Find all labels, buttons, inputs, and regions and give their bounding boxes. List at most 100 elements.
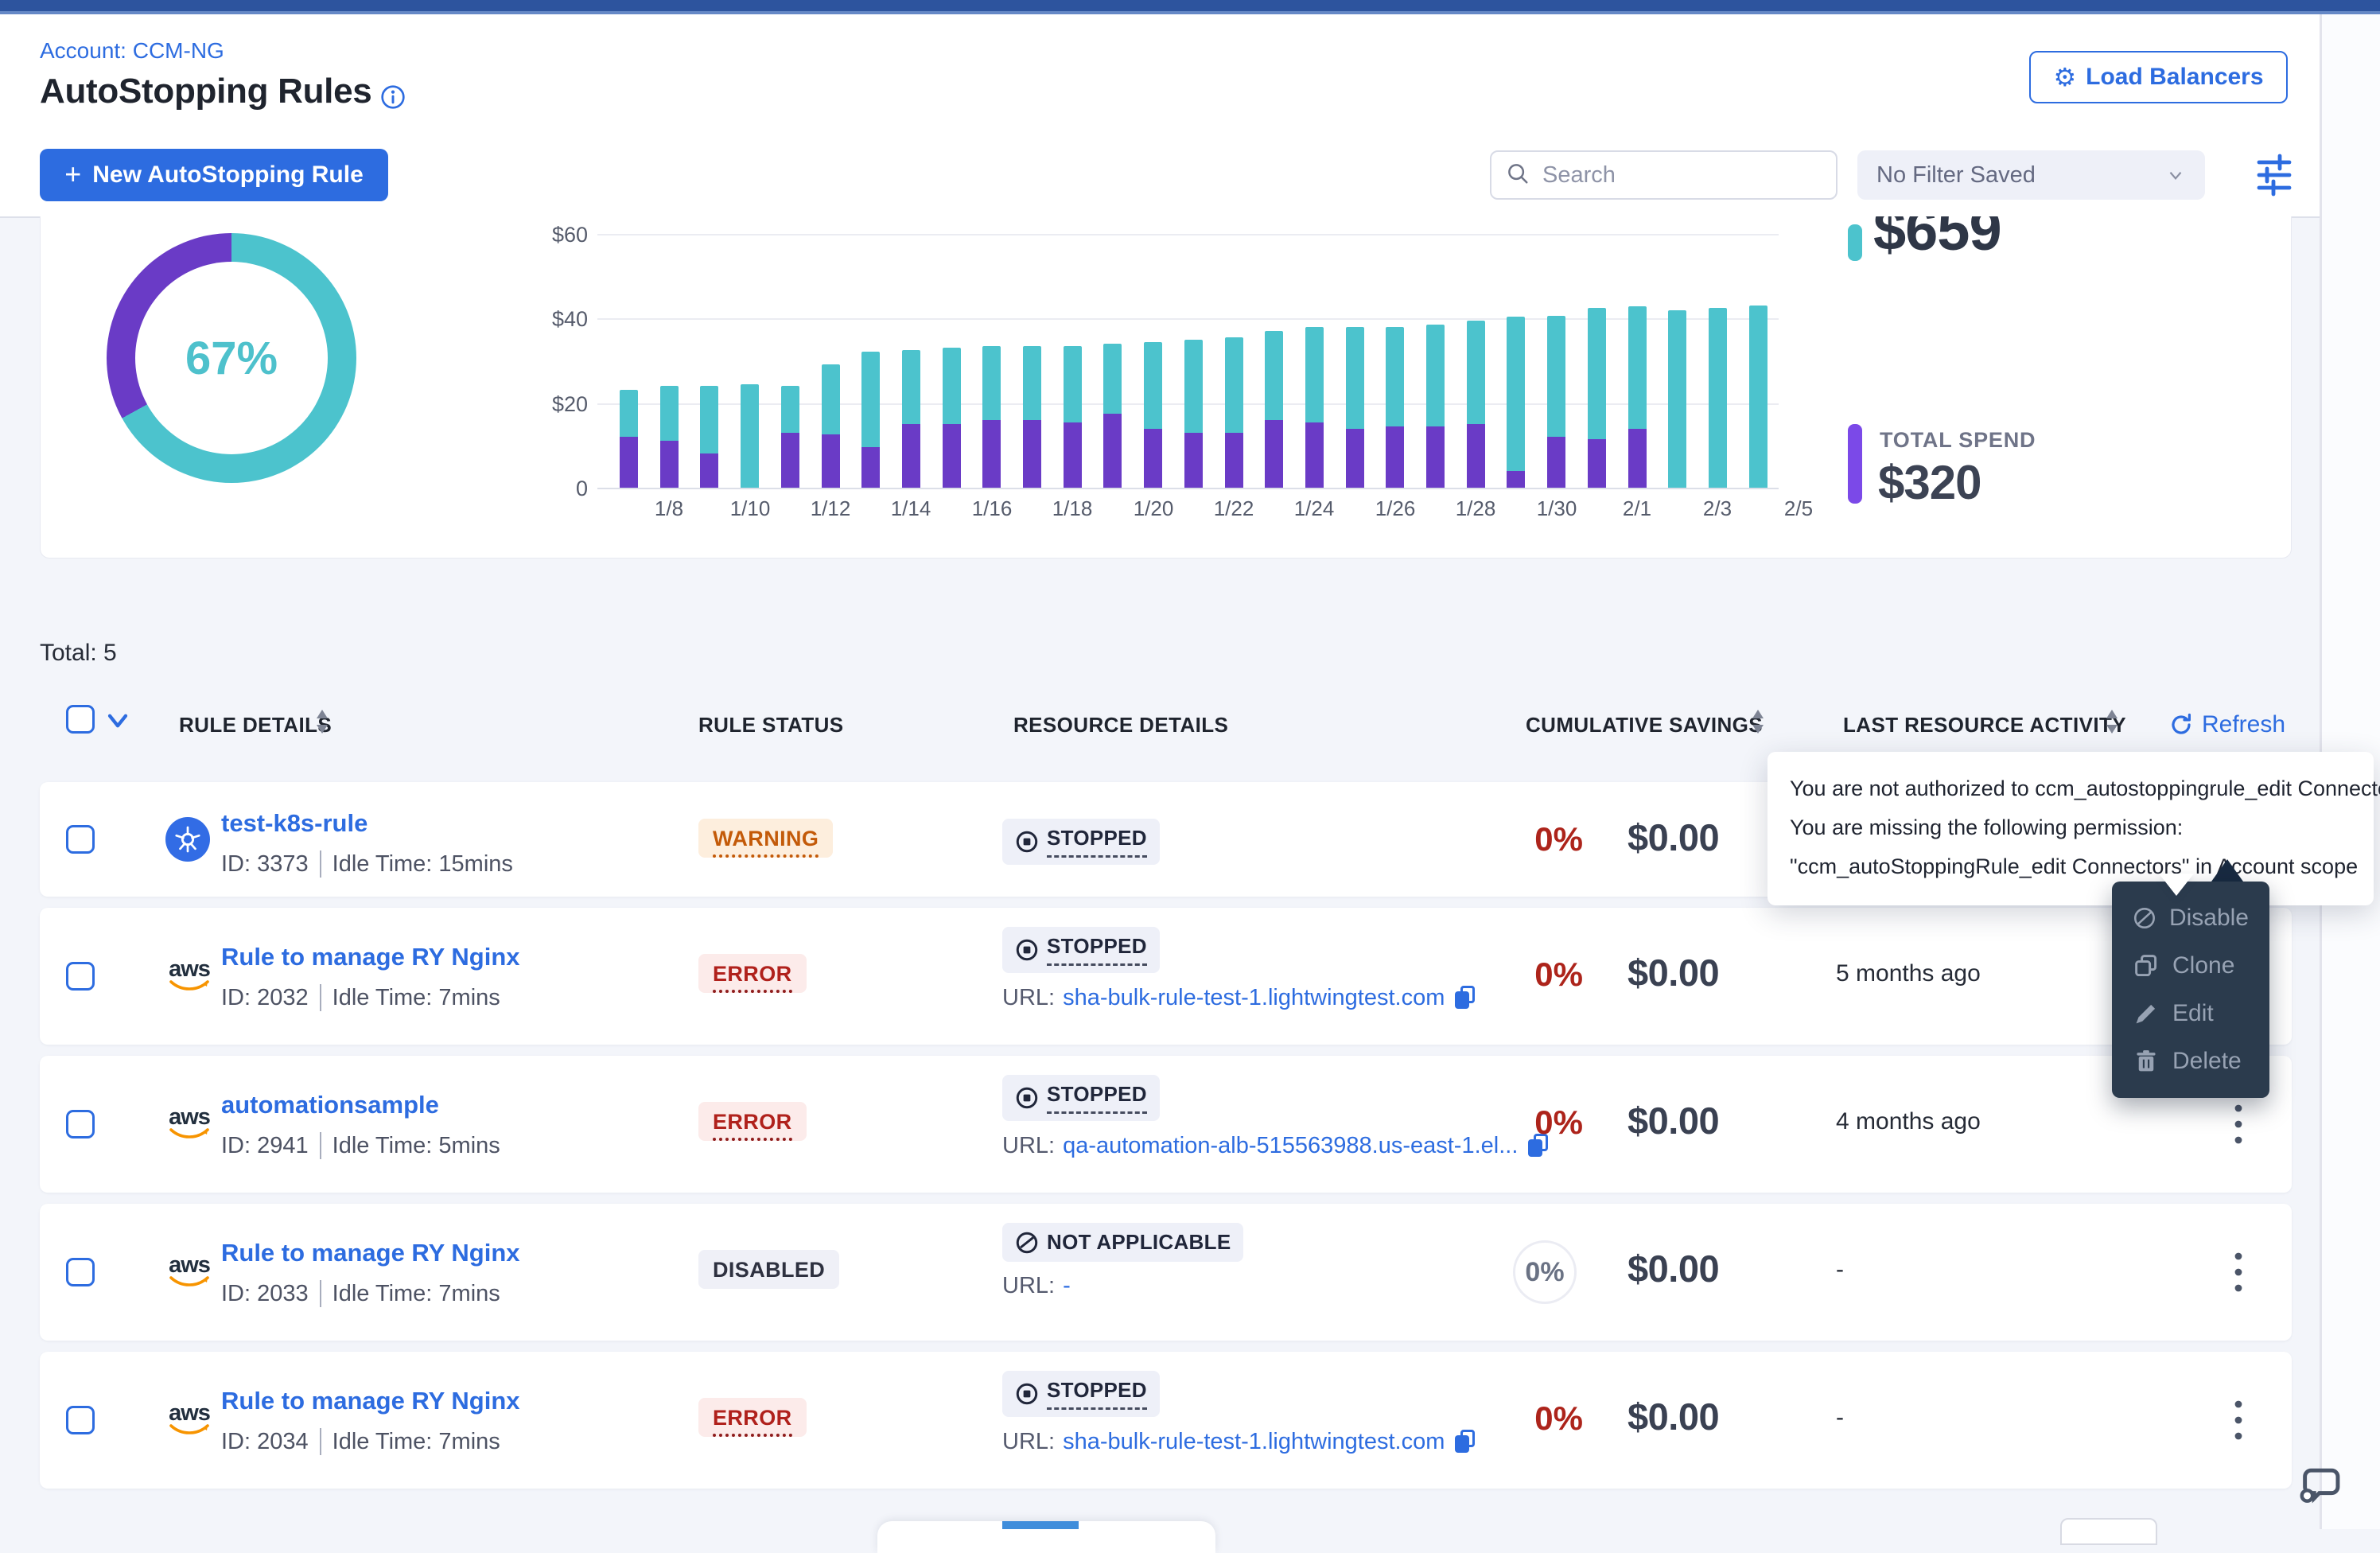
rule-name-link[interactable]: Rule to manage RY Nginx	[221, 1387, 520, 1415]
col-cumulative-savings: CUMULATIVE SAVINGS	[1526, 713, 1763, 738]
account-breadcrumb[interactable]: Account: CCM-NG	[40, 38, 224, 64]
info-icon[interactable]	[380, 84, 406, 110]
copy-icon[interactable]	[1452, 984, 1480, 1011]
savings-percent: 0%	[1500, 956, 1583, 994]
search-input-wrap	[1490, 150, 1838, 200]
y-tick: $60	[516, 223, 588, 247]
kebab-menu-button[interactable]	[2221, 1099, 2256, 1150]
table-row: aws automationsample ID: 2941 Idle Time:…	[40, 1056, 2292, 1193]
chat-help-icon[interactable]	[2296, 1459, 2345, 1508]
col-resource-details: RESOURCE DETAILS	[1013, 713, 1228, 738]
resource-url-line: URL: sha-bulk-rule-test-1.lightwingtest.…	[1002, 984, 1480, 1011]
aws-icon: aws	[165, 952, 213, 998]
page-size-button[interactable]	[2060, 1518, 2157, 1545]
table-row: aws Rule to manage RY Nginx ID: 2033 Idl…	[40, 1204, 2292, 1341]
rule-meta: ID: 2032 Idle Time: 7mins	[221, 984, 500, 1011]
kebab-menu-button[interactable]	[2221, 1247, 2256, 1298]
menu-item-clone[interactable]: Clone	[2112, 942, 2269, 990]
x-tick: 1/20	[1118, 496, 1189, 521]
bar-spend-segment	[1144, 429, 1162, 488]
aws-icon: aws	[165, 1396, 213, 1442]
select-all-checkbox[interactable]	[66, 705, 95, 734]
resource-url-link[interactable]: sha-bulk-rule-test-1.lightwingtest.com	[1063, 1429, 1445, 1455]
resource-url-link[interactable]: qa-automation-alb-515563988.us-east-1.el…	[1063, 1133, 1518, 1159]
savings-amount: $0.00	[1628, 1247, 1719, 1290]
rule-idle-time: Idle Time: 7mins	[332, 985, 500, 1011]
tooltip-line: You are missing the following permission…	[1790, 808, 2351, 847]
new-autostopping-rule-button[interactable]: + New AutoStopping Rule	[40, 149, 388, 201]
bar-spend-segment	[1386, 426, 1404, 488]
resource-url-line: URL: -	[1002, 1273, 1243, 1299]
x-tick: 1/28	[1440, 496, 1511, 521]
filter-sliders-icon[interactable]	[2256, 153, 2294, 197]
delete-icon	[2133, 1048, 2160, 1075]
bar-savings-segment	[781, 386, 799, 433]
menu-item-delete[interactable]: Delete	[2112, 1037, 2269, 1085]
chevron-down-icon	[2165, 165, 2186, 185]
rule-status-badge: ERROR	[698, 1398, 807, 1437]
resource-url-link[interactable]: -	[1063, 1273, 1071, 1299]
row-checkbox[interactable]	[66, 1406, 95, 1434]
url-label: URL:	[1002, 1133, 1055, 1159]
bar-spend-segment	[1064, 422, 1082, 488]
chart-gridline	[597, 488, 1779, 489]
rule-idle-time: Idle Time: 7mins	[332, 1429, 500, 1455]
rule-name-link[interactable]: Rule to manage RY Nginx	[221, 943, 520, 971]
edit-icon	[2133, 1000, 2160, 1027]
x-tick: 1/18	[1036, 496, 1108, 521]
bar-spend-segment	[982, 420, 1001, 488]
sort-icon[interactable]	[1750, 708, 1766, 735]
bar-savings-segment	[1305, 327, 1324, 422]
bar-savings-segment	[620, 390, 638, 437]
row-checkbox[interactable]	[66, 825, 95, 854]
bar-savings-segment	[1023, 346, 1041, 420]
row-checkbox[interactable]	[66, 1110, 95, 1138]
savings-percentage: 67%	[185, 332, 278, 385]
bar-spend-segment	[620, 437, 638, 488]
resource-url-line: URL: sha-bulk-rule-test-1.lightwingtest.…	[1002, 1428, 1480, 1455]
last-activity: 4 months ago	[1836, 1108, 1981, 1135]
search-input[interactable]	[1541, 162, 1814, 189]
rule-idle-time: Idle Time: 15mins	[332, 851, 513, 878]
bar-spend-segment	[700, 453, 718, 488]
bar-savings-segment	[822, 364, 840, 434]
refresh-button[interactable]: Refresh	[2168, 711, 2285, 738]
rule-meta: ID: 2034 Idle Time: 7mins	[221, 1428, 500, 1455]
menu-item-edit[interactable]: Edit	[2112, 990, 2269, 1037]
rule-name-link[interactable]: test-k8s-rule	[221, 809, 368, 838]
row-checkbox[interactable]	[66, 962, 95, 991]
bar-spend-segment	[1547, 437, 1565, 488]
x-tick: 2/3	[1682, 496, 1753, 521]
tooltip-line: "ccm_autoStoppingRule_edit Connectors" i…	[1790, 847, 2351, 886]
meta-divider	[320, 984, 321, 1011]
load-balancers-button[interactable]: ⚙ Load Balancers	[2029, 51, 2288, 103]
sort-icon[interactable]	[2104, 708, 2120, 735]
bar-savings-segment	[1668, 310, 1686, 488]
saved-filter-dropdown[interactable]: No Filter Saved	[1857, 150, 2205, 200]
row-checkbox[interactable]	[66, 1258, 95, 1286]
stopped-icon	[1015, 1086, 1039, 1110]
savings-amount: $0.00	[1628, 951, 1719, 994]
rule-name-link[interactable]: Rule to manage RY Nginx	[221, 1239, 520, 1267]
summary-card: 67% $60 $40 $20 0 $659 TOTAL SPEND $320 …	[40, 216, 2292, 559]
copy-icon[interactable]	[1452, 1428, 1480, 1455]
bar-spend-segment	[822, 434, 840, 488]
savings-percent: 0%	[1500, 820, 1583, 858]
bar-spend-segment	[1225, 433, 1243, 488]
x-tick: 1/10	[714, 496, 786, 521]
x-tick: 1/30	[1521, 496, 1592, 521]
search-icon	[1506, 162, 1530, 189]
table-header: RULE DETAILS RULE STATUS RESOURCE DETAIL…	[0, 694, 2380, 757]
bar-savings-segment	[700, 386, 718, 453]
x-tick: 1/14	[875, 496, 947, 521]
chevron-down-icon[interactable]	[106, 711, 130, 730]
resource-url-link[interactable]: sha-bulk-rule-test-1.lightwingtest.com	[1063, 985, 1445, 1011]
rule-name-link[interactable]: automationsample	[221, 1091, 439, 1119]
menu-item-disable[interactable]: Disable	[2112, 894, 2269, 942]
savings-amount: $0.00	[1628, 1099, 1719, 1142]
pagination-active-page[interactable]	[1002, 1521, 1079, 1529]
kebab-menu-button[interactable]	[2221, 1395, 2256, 1446]
plus-icon: +	[64, 158, 81, 191]
x-tick: 1/26	[1359, 496, 1431, 521]
sort-icon[interactable]	[314, 708, 330, 735]
